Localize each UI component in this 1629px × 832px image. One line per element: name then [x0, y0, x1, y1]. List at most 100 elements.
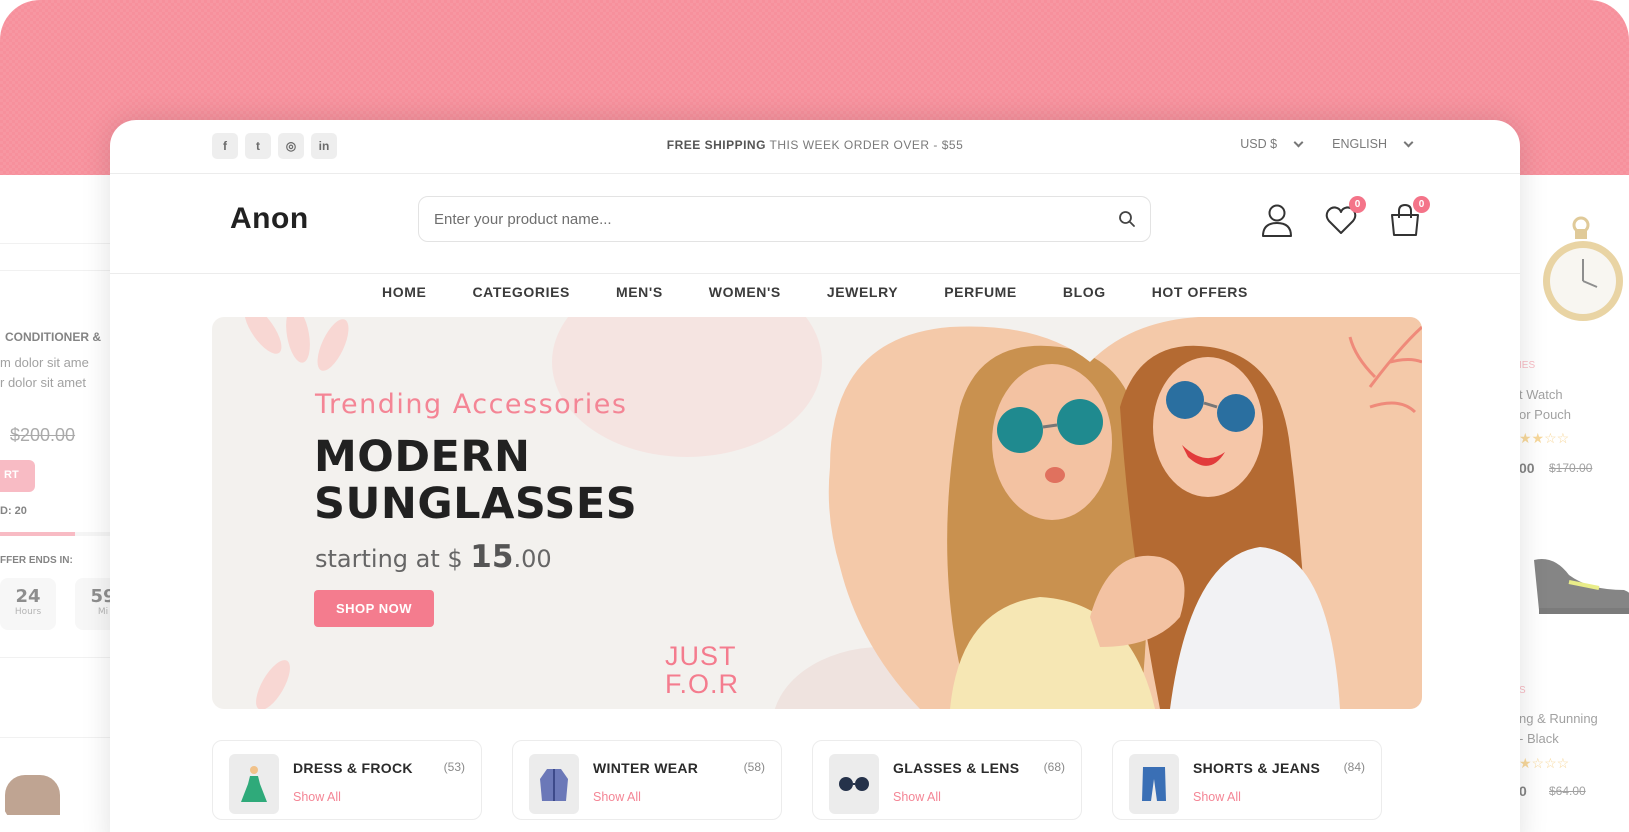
decor-leaf [249, 655, 297, 709]
chevron-down-icon [1293, 137, 1304, 147]
preview-offer-label: FFER ENDS IN: [0, 555, 73, 566]
price-prefix: starting at $ [315, 545, 471, 573]
nav-item-perfume[interactable]: PERFUME [944, 275, 1017, 319]
preview-old-price: $170.00 [1549, 461, 1593, 475]
decor-leaf [311, 317, 355, 376]
preview-rating: ★★☆☆ [1519, 430, 1570, 446]
preview-product-desc: r dolor sit amet [0, 375, 86, 390]
category-thumbnail [829, 754, 879, 814]
divider [0, 243, 110, 244]
preview-price: 00 [1519, 460, 1535, 476]
search-input[interactable] [434, 197, 1074, 241]
show-all-link[interactable]: Show All [593, 790, 641, 804]
countdown-value: 24 [15, 586, 41, 607]
preview-category: S [1519, 685, 1526, 696]
category-card[interactable]: WINTER WEAR (58) Show All [512, 740, 782, 820]
currency-select[interactable]: USD $ [1240, 137, 1304, 151]
main-header: Anon 0 [110, 174, 1520, 274]
category-name: DRESS & FROCK [293, 760, 413, 776]
search-bar [418, 196, 1151, 242]
language-select[interactable]: ENGLISH [1332, 137, 1414, 151]
countdown-value: 59 [90, 586, 110, 607]
category-thumbnail [529, 754, 579, 814]
category-card[interactable]: GLASSES & LENS (68) Show All [812, 740, 1082, 820]
decor-lettering-line: JUST [665, 641, 737, 671]
divider [0, 657, 110, 658]
preview-product-name: t Watch [1519, 387, 1563, 402]
banner-price: starting at $ 15.00 [315, 539, 552, 575]
nav-item-hot-offers[interactable]: HOT OFFERS [1152, 275, 1248, 319]
category-card[interactable]: DRESS & FROCK (53) Show All [212, 740, 482, 820]
decor-leaf [282, 317, 314, 365]
preview-progress-bar [0, 532, 110, 536]
wishlist-button[interactable]: 0 [1324, 196, 1366, 238]
coat-icon [540, 769, 568, 801]
price-whole: 15 [470, 539, 514, 575]
screenshot-stage: CONDITIONER & m dolor sit ame r dolor si… [0, 0, 1629, 832]
category-name: WINTER WEAR [593, 760, 699, 776]
preview-product-name: or Pouch [1519, 407, 1572, 422]
cart-count-badge: 0 [1413, 196, 1430, 213]
promo-text: THIS WEEK ORDER OVER - $55 [765, 138, 964, 152]
preview-product-name: ng & Running [1519, 711, 1598, 726]
divider [0, 737, 110, 738]
nav-item-womens[interactable]: WOMEN'S [709, 275, 781, 319]
logo[interactable]: Anon [230, 202, 309, 236]
category-count: (53) [443, 760, 465, 774]
shoe-image [1534, 559, 1629, 614]
decor-lettering-line: F.O.R [665, 669, 740, 699]
cart-button[interactable]: 0 [1388, 196, 1430, 238]
category-thumbnail [229, 754, 279, 814]
banner-photo-women-sunglasses [828, 317, 1422, 709]
category-name: GLASSES & LENS [893, 760, 1020, 776]
category-card[interactable]: SHORTS & JEANS (84) Show All [1112, 740, 1382, 820]
nav-item-categories[interactable]: CATEGORIES [472, 275, 570, 319]
main-navigation: HOME CATEGORIES MEN'S WOMEN'S JEWELRY PE… [110, 275, 1520, 319]
locale-selectors: USD $ ENGLISH [1240, 137, 1414, 151]
category-count: (84) [1343, 760, 1365, 774]
show-all-link[interactable]: Show All [293, 790, 341, 804]
nav-item-mens[interactable]: MEN'S [616, 275, 663, 319]
dress-icon [241, 766, 267, 802]
banner-subtitle: Trending Accessories [315, 389, 628, 420]
divider [0, 270, 110, 271]
preview-product-title: CONDITIONER & [5, 330, 101, 344]
account-button[interactable] [1260, 202, 1294, 238]
nav-item-home[interactable]: HOME [382, 275, 426, 319]
price-cents: .00 [513, 545, 552, 573]
countdown-unit: Mi [97, 607, 109, 617]
left-preview-panel: CONDITIONER & m dolor sit ame r dolor si… [0, 175, 110, 832]
category-name: SHORTS & JEANS [1193, 760, 1321, 776]
banner-title: Modern Sunglasses [314, 432, 638, 529]
preview-product-name: - Black [1519, 731, 1559, 746]
show-all-link[interactable]: Show All [893, 790, 941, 804]
wishlist-count-badge: 0 [1349, 196, 1366, 213]
jacket-thumbnail [5, 775, 60, 815]
preview-price: 0 [1519, 783, 1527, 799]
category-thumbnail [1129, 754, 1179, 814]
preview-old-price: $64.00 [1549, 784, 1586, 798]
shop-now-button[interactable]: SHOP NOW [314, 590, 434, 627]
language-value: ENGLISH [1332, 137, 1387, 151]
preview-product-desc: m dolor sit ame [0, 355, 89, 370]
countdown-unit: Hours [14, 607, 42, 617]
preview-category: IES [1519, 360, 1536, 371]
show-all-link[interactable]: Show All [1193, 790, 1241, 804]
pocket-watch-image [1543, 216, 1623, 321]
preview-rating: ★☆☆☆ [1519, 755, 1570, 771]
category-strip: DRESS & FROCK (53) Show All WINTER WEAR … [212, 740, 1422, 820]
category-count: (58) [743, 760, 765, 774]
top-bar: f t ◎ in FREE SHIPPING THIS WEEK ORDER O… [110, 120, 1520, 174]
preview-add-to-cart-button[interactable]: RT [0, 460, 35, 492]
preview-sold: D: 20 [0, 505, 27, 517]
header-actions: 0 0 [1260, 196, 1430, 238]
search-icon[interactable] [1118, 210, 1136, 228]
user-icon [1262, 204, 1292, 237]
chevron-down-icon [1403, 137, 1414, 147]
store-window: f t ◎ in FREE SHIPPING THIS WEEK ORDER O… [110, 120, 1520, 832]
decor-leaf [237, 317, 289, 360]
hero-banner: Trending Accessories Modern Sunglasses s… [212, 317, 1422, 709]
nav-item-blog[interactable]: BLOG [1063, 275, 1106, 319]
preview-countdown-min: 59 Mi [75, 578, 110, 630]
nav-item-jewelry[interactable]: JEWELRY [827, 275, 898, 319]
